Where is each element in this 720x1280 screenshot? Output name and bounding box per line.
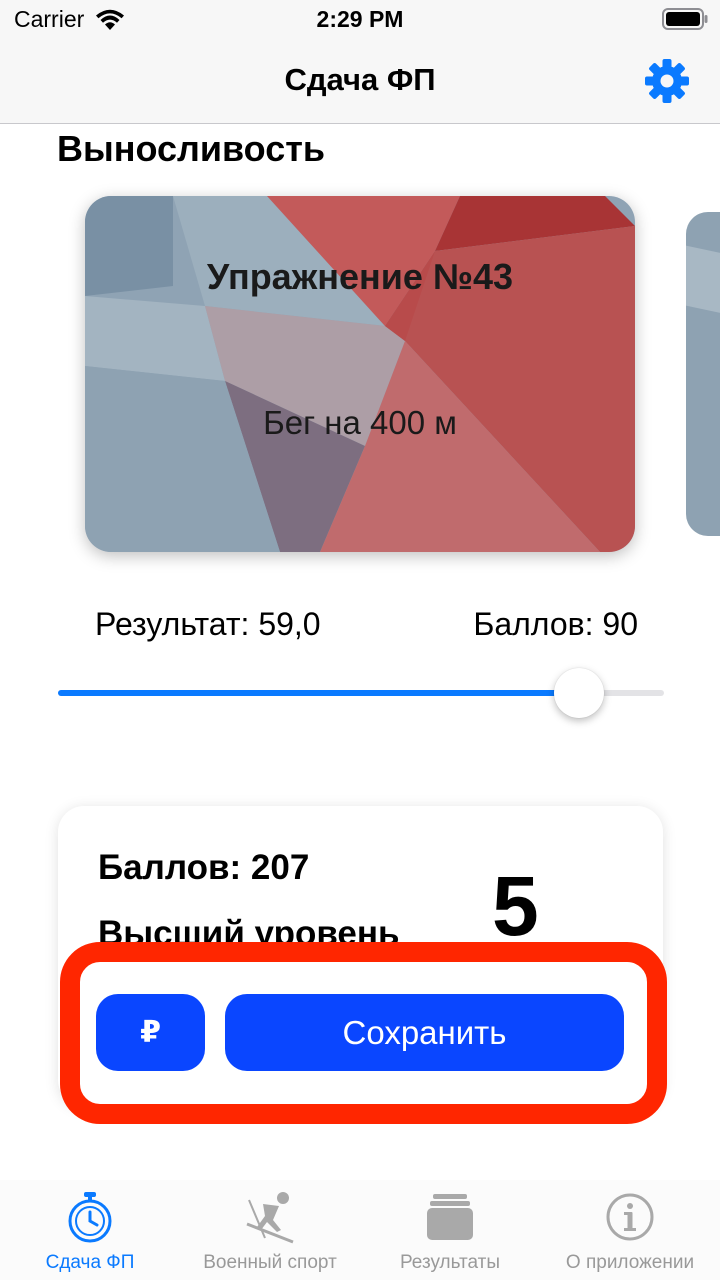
- tab-military-sport[interactable]: Военный спорт: [180, 1190, 360, 1280]
- card-background: [85, 196, 635, 552]
- slider-thumb[interactable]: [554, 668, 605, 718]
- info-icon: [606, 1193, 654, 1241]
- tab-fp-test[interactable]: Сдача ФП: [0, 1190, 180, 1280]
- status-bar: Carrier 2:29 PM: [0, 0, 720, 40]
- exercise-number: Упражнение №43: [206, 256, 514, 297]
- tab-label: Результаты: [399, 1252, 501, 1273]
- donate-button[interactable]: ₽: [96, 994, 205, 1071]
- tab-label: Сдача ФП: [45, 1252, 135, 1273]
- page-title: Сдача ФП: [284, 62, 436, 97]
- result-slider[interactable]: [58, 668, 664, 718]
- grade-value: 5: [492, 859, 539, 953]
- tab-bar: Сдача ФП Военный спорт Результаты О прил…: [0, 1180, 720, 1280]
- tab-label: О приложении: [565, 1252, 695, 1273]
- tab-about[interactable]: О приложении: [540, 1190, 720, 1280]
- status-time: 2:29 PM: [316, 6, 404, 32]
- gear-icon[interactable]: [644, 58, 690, 104]
- tray-stack-icon: [427, 1194, 473, 1240]
- tab-results[interactable]: Результаты: [360, 1190, 540, 1280]
- result-value: Результат: 59,0: [95, 606, 321, 642]
- battery-icon: [662, 8, 708, 30]
- next-exercise-card[interactable]: [686, 212, 720, 536]
- exercise-card[interactable]: Упражнение №43 Бег на 400 м: [85, 196, 635, 552]
- section-title: Выносливость: [57, 128, 325, 169]
- tab-label: Военный спорт: [203, 1252, 337, 1273]
- save-button[interactable]: Сохранить: [225, 994, 624, 1071]
- navigation-bar: Сдача ФП: [0, 40, 720, 124]
- exercise-name: Бег на 400 м: [263, 404, 457, 441]
- stopwatch-icon: [68, 1192, 112, 1243]
- exercise-score: Баллов: 90: [473, 606, 638, 642]
- total-score: Баллов: 207: [98, 848, 310, 887]
- skier-icon: [246, 1192, 294, 1244]
- slider-fill: [58, 690, 580, 696]
